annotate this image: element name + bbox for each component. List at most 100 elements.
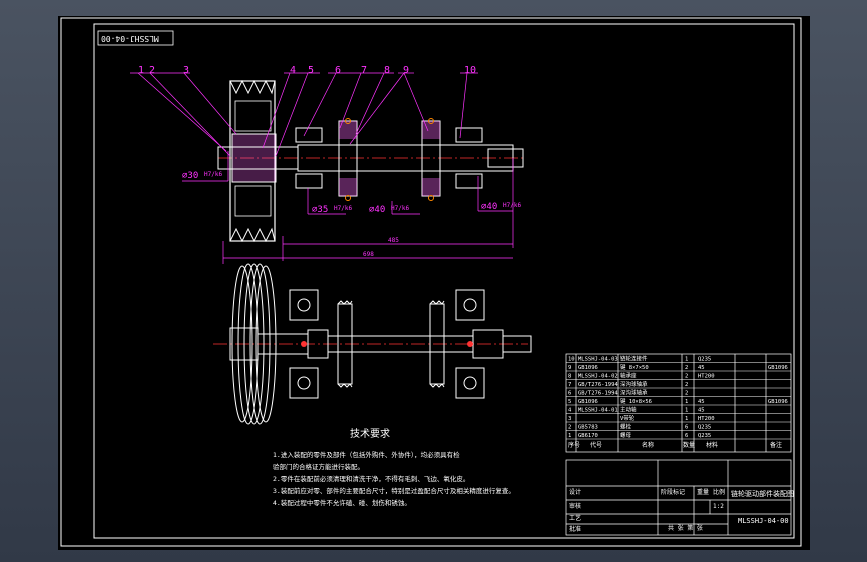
bom-cell-qty: 1	[685, 357, 688, 363]
balloon-7: 7	[361, 65, 368, 76]
section-view	[130, 72, 524, 264]
fit-d30: H7/k6	[204, 171, 223, 178]
bom-table-grid	[565, 353, 792, 453]
bom-cell-mat: 45	[698, 408, 705, 414]
bom-cell-no: 1	[568, 433, 571, 439]
balloon-9: 9	[403, 65, 410, 76]
bom-cell-name: 主动轴	[620, 406, 637, 414]
bom-cell-name: 螺母	[620, 431, 632, 439]
bom-cell-no: 2	[568, 425, 571, 431]
balloon-2: 2	[149, 65, 156, 76]
bom-cell-note: GB1096	[768, 399, 788, 405]
fit-d40-right: H7/k6	[503, 202, 522, 209]
hub-marker-left	[301, 341, 307, 347]
bom-header-mat: 材料	[706, 442, 719, 449]
check-label: 审核	[569, 503, 582, 510]
bom-cell-no: 8	[568, 374, 571, 380]
balloon-10: 10	[464, 65, 477, 76]
bom-cell-code: MLSSHJ-04-03	[578, 357, 618, 363]
pulley-grooves-top	[229, 79, 276, 95]
bom-cell-mat: Q235	[698, 433, 711, 439]
bom-header-name: 名称	[642, 442, 655, 449]
balloon-1: 1	[138, 65, 145, 76]
bom-cell-code: GB/T276-1994	[578, 391, 618, 397]
balloon-4: 4	[290, 65, 297, 76]
bom-cell-code: MLSSHJ-04-02	[578, 374, 618, 380]
bom-cell-no: 9	[568, 365, 571, 371]
inner-border	[93, 23, 795, 539]
bearing-seat-1-top	[295, 127, 323, 143]
designer-label: 设计	[569, 489, 582, 496]
outer-border	[60, 17, 802, 547]
hub-marker-right	[467, 341, 473, 347]
bom-cell-mat: Q235	[698, 425, 711, 431]
dim-d35: ⌀35	[312, 205, 329, 215]
pulley-web-bottom	[234, 185, 272, 217]
scale-label: 比例	[713, 489, 726, 496]
bom-cell-name: 链轮连接件	[620, 355, 648, 363]
tech-req-line-2: 验部门的合格证方能进行装配。	[273, 463, 364, 471]
sheets-label: 共 张 第 张	[668, 525, 703, 532]
bom-cell-mat: 45	[698, 365, 705, 371]
balloon-8: 8	[384, 65, 391, 76]
bom-cell-code: GB6170	[578, 433, 598, 439]
bearing-seat-1-bottom	[295, 173, 323, 189]
weight-label: 重量	[697, 489, 710, 496]
bom-cell-mat: HT200	[698, 374, 715, 380]
stage-label: 阶段标记	[661, 489, 686, 496]
bom-rows: 10 MLSSHJ-04-03 链轮连接件 1 Q235 9 GB1096 键 8×7×50 2…	[566, 355, 791, 440]
bom-header-no: 序号	[568, 442, 581, 449]
process-label: 工艺	[569, 515, 582, 522]
bom-cell-qty: 1	[685, 416, 688, 422]
bom-cell-qty: 1	[685, 408, 688, 414]
tech-req-line-4: 3.装配前应对零、部件的主要配合尺寸，特别是过盈配合尺寸及相关精度进行复查。	[273, 487, 515, 495]
sprocket-1-hatch-bottom	[339, 178, 357, 196]
bom-cell-qty: 1	[685, 399, 688, 405]
bom-cell-name: 深沟球轴承	[620, 389, 648, 397]
bom-cell-qty: 2	[685, 374, 688, 380]
drawing-code: MLSSHJ-04-00	[738, 517, 789, 525]
pulley-hub	[231, 133, 277, 183]
bom-cell-no: 10	[568, 357, 575, 363]
scale-value: 1:2	[713, 503, 724, 510]
bom-cell-code: MLSSHJ-04-01	[578, 408, 618, 414]
bom-cell-name: 深沟球轴承	[620, 380, 648, 388]
tech-req-title: 技术要求	[350, 429, 390, 440]
bom-cell-code: GB5783	[578, 425, 598, 431]
bom-cell-note: GB1096	[768, 365, 788, 371]
bearing-seat-2-top	[455, 127, 483, 143]
bom-cell-qty: 2	[685, 391, 688, 397]
dim-d30: ⌀30	[182, 171, 199, 181]
balloon-3: 3	[183, 65, 190, 76]
balloon-5: 5	[308, 65, 315, 76]
tech-req-line-3: 2.零件在装配前必须清理和清洗干净，不得有毛刺、飞边、氧化皮。	[273, 475, 470, 483]
approve-label: 批准	[569, 526, 582, 533]
external-view	[213, 263, 532, 425]
bom-header-qty: 数量	[683, 442, 696, 449]
bom-cell-no: 5	[568, 399, 571, 405]
bom-cell-mat: 45	[698, 399, 705, 405]
dim-length-overall: 698	[363, 251, 374, 258]
bom-cell-code: GB1096	[578, 365, 598, 371]
bom-cell-name: 键 10×8×56	[620, 397, 652, 405]
cad-viewer-window: 10 MLSSHJ-04-03 链轮连接件 1 Q235 9 GB1096 键 8×7×50 2…	[0, 0, 867, 562]
balloon-leaders	[130, 72, 478, 157]
bom-cell-qty: 2	[685, 365, 688, 371]
sprocket-2-hatch-bottom	[422, 178, 440, 196]
balloon-6: 6	[335, 65, 342, 76]
bom-cell-code: GB/T276-1994	[578, 382, 618, 388]
bom-cell-no: 7	[568, 382, 571, 388]
fit-d40-left: H7/k6	[391, 205, 410, 212]
cad-canvas[interactable]: 10 MLSSHJ-04-03 链轮连接件 1 Q2359 GB1096 键 8×7×50 2…	[58, 16, 810, 550]
dim-d40-right: ⌀40	[481, 202, 498, 212]
bom-cell-name: V带轮	[620, 414, 635, 422]
bom-cell-no: 6	[568, 391, 571, 397]
rotated-drawing-code: MLSSHJ-04-00	[101, 34, 159, 43]
bom-cell-no: 4	[568, 408, 572, 414]
bom-cell-name: 键 8×7×50	[620, 363, 649, 371]
dim-length-inner: 485	[388, 237, 399, 244]
fit-d35: H7/k6	[334, 205, 353, 212]
bom-header-note: 备注	[770, 442, 783, 449]
pulley-grooves-bottom	[229, 227, 276, 243]
tech-req-line-1: 1.进入装配的零件及部件（包括外购件、外协件），均必须具有检	[273, 451, 460, 459]
